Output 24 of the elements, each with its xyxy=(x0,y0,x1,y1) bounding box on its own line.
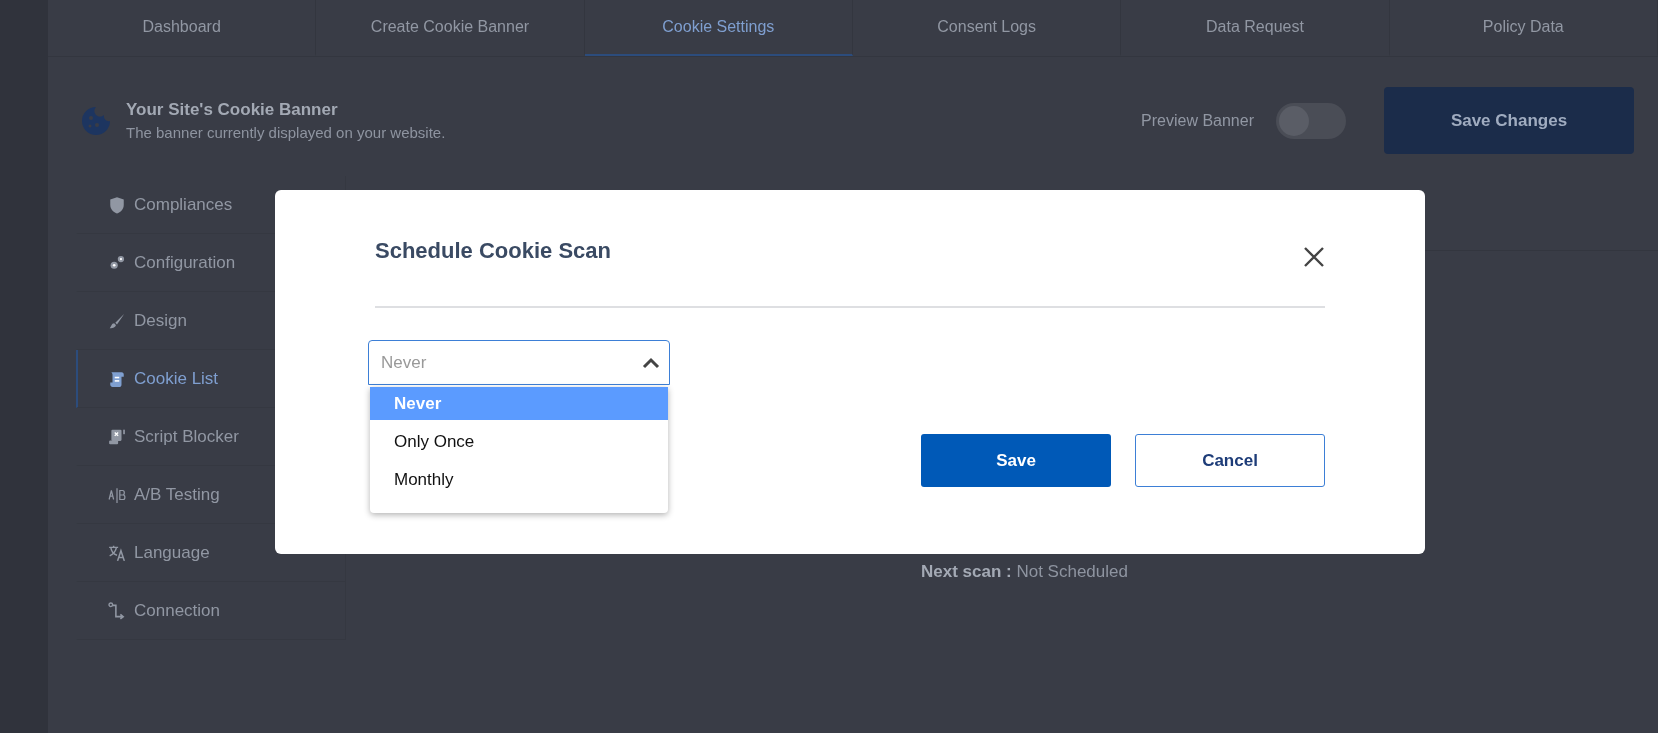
save-changes-button[interactable]: Save Changes xyxy=(1384,87,1634,154)
caret-up-icon xyxy=(642,357,660,369)
nav-tab[interactable]: Cookie Settings xyxy=(584,0,853,56)
frequency-select[interactable]: Never xyxy=(368,340,670,385)
close-icon[interactable] xyxy=(1303,246,1325,268)
cookie-icon xyxy=(80,104,112,137)
dropdown-option[interactable]: Monthly xyxy=(370,463,668,496)
next-scan-text: Next scan : Not Scheduled xyxy=(921,562,1128,582)
ab-icon xyxy=(108,485,126,504)
banner-subtitle: The banner currently displayed on your website. xyxy=(126,124,447,141)
preview-toggle[interactable] xyxy=(1276,102,1346,139)
banner-title: Your Site's Cookie Banner xyxy=(126,100,339,120)
translate-icon xyxy=(108,543,126,562)
shield-icon xyxy=(108,195,126,214)
save-button[interactable]: Save xyxy=(921,434,1111,487)
preview-label: Preview Banner xyxy=(1141,111,1254,130)
document-icon xyxy=(108,427,126,446)
modal-title: Schedule Cookie Scan xyxy=(375,238,611,264)
sidebar-item[interactable]: Connection xyxy=(76,582,346,640)
path-icon xyxy=(108,601,126,620)
dropdown-option[interactable]: Never xyxy=(370,387,668,420)
dropdown-option[interactable]: Only Once xyxy=(370,425,668,458)
cancel-button[interactable]: Cancel xyxy=(1135,434,1325,487)
scroll-icon xyxy=(108,369,126,388)
